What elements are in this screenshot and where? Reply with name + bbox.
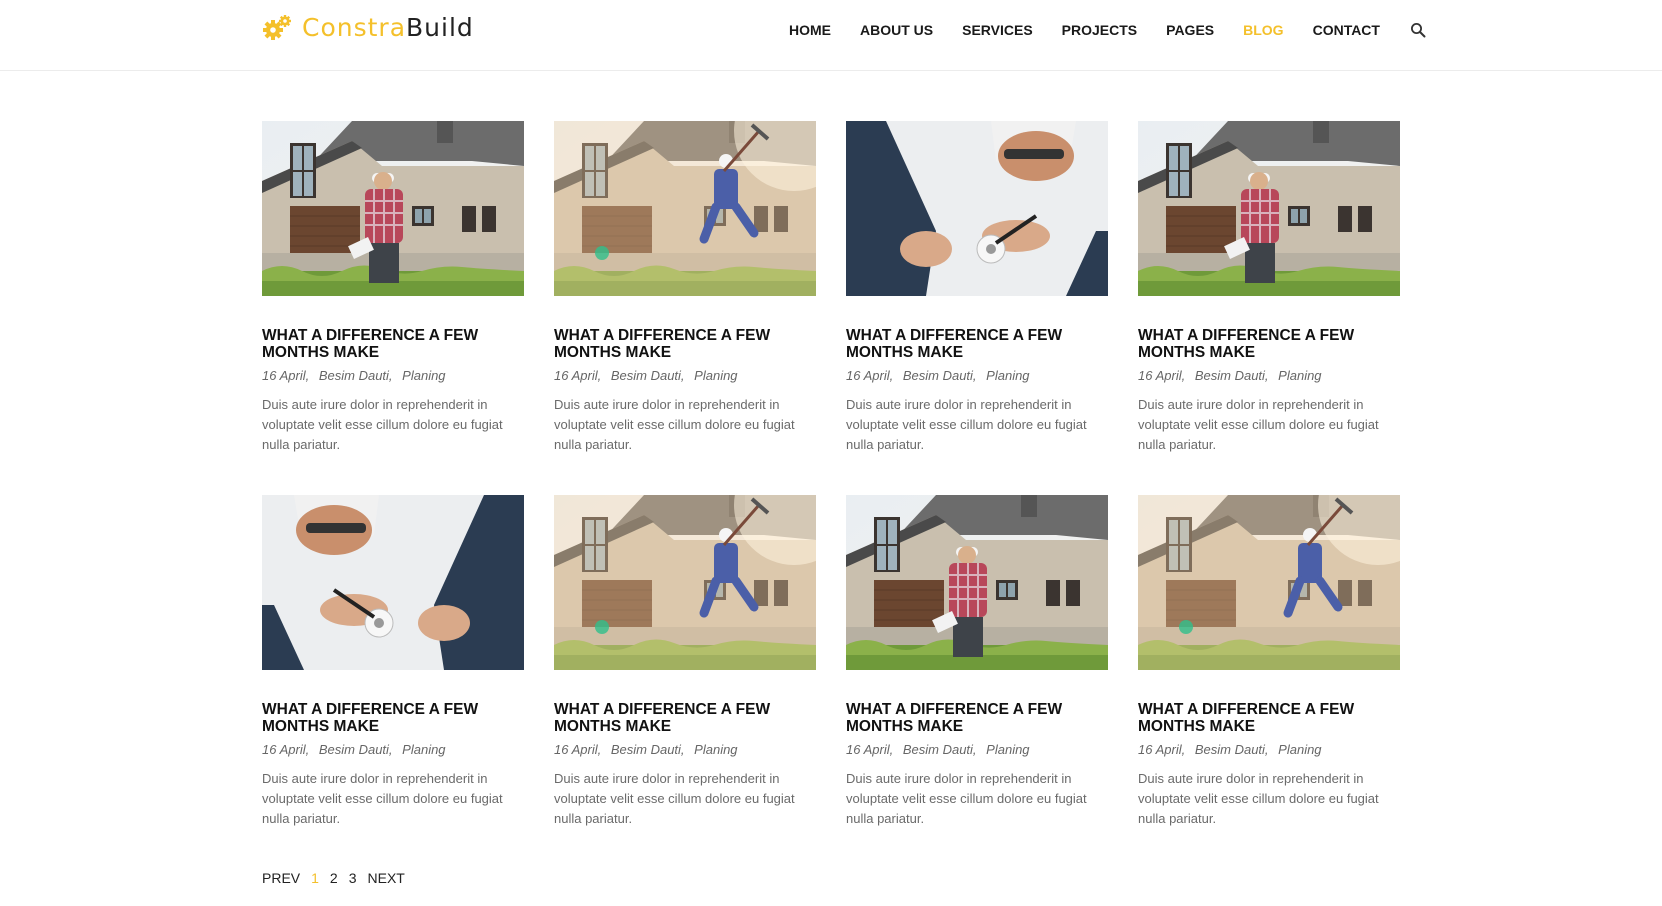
- post-excerpt: Duis aute irure dolor in reprehenderit i…: [262, 397, 503, 452]
- post-title[interactable]: WHAT A DIFFERENCE A FEW MONTHS MAKE: [1138, 327, 1400, 361]
- post-date: 16 April,: [846, 742, 894, 757]
- blog-post-card: WHAT A DIFFERENCE A FEW MONTHS MAKE 16 A…: [554, 495, 816, 835]
- post-meta: 16 April, Besim Dauti, Planing: [554, 367, 816, 384]
- blog-post-card: WHAT A DIFFERENCE A FEW MONTHS MAKE 16 A…: [262, 495, 524, 835]
- post-author[interactable]: Besim Dauti,: [611, 368, 685, 383]
- search-icon[interactable]: [1410, 22, 1426, 38]
- post-image[interactable]: [554, 121, 816, 296]
- post-title[interactable]: WHAT A DIFFERENCE A FEW MONTHS MAKE: [846, 327, 1108, 361]
- jumping-worker-photo: [554, 121, 816, 296]
- post-title[interactable]: WHAT A DIFFERENCE A FEW MONTHS MAKE: [554, 701, 816, 735]
- post-meta: 16 April, Besim Dauti, Planing: [554, 741, 816, 758]
- logo-text: ConstraBuild: [302, 13, 474, 43]
- logo-text-part2: Build: [406, 13, 474, 42]
- post-author[interactable]: Besim Dauti,: [611, 742, 685, 757]
- gears-icon: [263, 15, 291, 40]
- post-date: 16 April,: [262, 742, 310, 757]
- jumping-worker-photo: [1138, 495, 1400, 670]
- nav-item-home[interactable]: HOME: [789, 20, 831, 40]
- post-meta: 16 April, Besim Dauti, Planing: [846, 741, 1108, 758]
- main-nav: HOME ABOUT US SERVICES PROJECTS PAGES BLOG CON…: [789, 20, 1426, 40]
- nav-item-pages[interactable]: PAGES: [1166, 20, 1214, 40]
- post-title[interactable]: WHAT A DIFFERENCE A FEW MONTHS MAKE: [1138, 701, 1400, 735]
- post-image[interactable]: [554, 495, 816, 670]
- post-excerpt: Duis aute irure dolor in reprehenderit i…: [554, 771, 795, 826]
- jumping-worker-photo: [554, 495, 816, 670]
- post-meta: 16 April, Besim Dauti, Planing: [1138, 367, 1400, 384]
- post-category[interactable]: Planing: [694, 368, 737, 383]
- blog-post-card: WHAT A DIFFERENCE A FEW MONTHS MAKE 16 A…: [554, 121, 816, 461]
- post-excerpt: Duis aute irure dolor in reprehenderit i…: [846, 771, 1087, 826]
- blog-post-card: WHAT A DIFFERENCE A FEW MONTHS MAKE 16 A…: [1138, 495, 1400, 835]
- post-excerpt: Duis aute irure dolor in reprehenderit i…: [554, 397, 795, 452]
- post-date: 16 April,: [846, 368, 894, 383]
- pagination-prev-link[interactable]: PREV: [262, 869, 300, 887]
- blog-post-card: WHAT A DIFFERENCE A FEW MONTHS MAKE 16 A…: [846, 121, 1108, 461]
- pagination-next-link[interactable]: NEXT: [368, 869, 405, 887]
- post-meta: 16 April, Besim Dauti, Planing: [846, 367, 1108, 384]
- post-meta: 16 April, Besim Dauti, Planing: [262, 367, 524, 384]
- post-excerpt: Duis aute irure dolor in reprehenderit i…: [262, 771, 503, 826]
- logo-text-part1: Constra: [302, 13, 407, 42]
- post-excerpt: Duis aute irure dolor in reprehenderit i…: [1138, 397, 1379, 452]
- post-excerpt: Duis aute irure dolor in reprehenderit i…: [1138, 771, 1379, 826]
- post-category[interactable]: Planing: [694, 742, 737, 757]
- site-header: ConstraBuild HOME ABOUT US SERVICES PROJECT…: [0, 0, 1662, 71]
- electrician-photo: [262, 495, 524, 670]
- blog-post-card: WHAT A DIFFERENCE A FEW MONTHS MAKE 16 A…: [262, 121, 524, 461]
- pagination-page-2[interactable]: 2: [330, 869, 338, 887]
- post-date: 16 April,: [262, 368, 310, 383]
- worker-house-photo: [846, 495, 1108, 670]
- post-image[interactable]: [262, 495, 524, 670]
- post-author[interactable]: Besim Dauti,: [903, 742, 977, 757]
- post-author[interactable]: Besim Dauti,: [903, 368, 977, 383]
- post-image[interactable]: [846, 495, 1108, 670]
- nav-item-services[interactable]: SERVICES: [962, 20, 1033, 40]
- post-date: 16 April,: [1138, 368, 1186, 383]
- blog-grid: WHAT A DIFFERENCE A FEW MONTHS MAKE 16 A…: [262, 121, 1403, 835]
- nav-item-about-us[interactable]: ABOUT US: [860, 20, 933, 40]
- post-category[interactable]: Planing: [402, 368, 445, 383]
- post-title[interactable]: WHAT A DIFFERENCE A FEW MONTHS MAKE: [262, 701, 524, 735]
- blog-post-card: WHAT A DIFFERENCE A FEW MONTHS MAKE 16 A…: [846, 495, 1108, 835]
- post-date: 16 April,: [1138, 742, 1186, 757]
- post-date: 16 April,: [554, 368, 602, 383]
- nav-item-blog[interactable]: BLOG: [1243, 20, 1283, 40]
- pagination: PREV 1 2 3 NEXT: [262, 869, 416, 887]
- worker-house-photo: [1138, 121, 1400, 296]
- post-category[interactable]: Planing: [1278, 368, 1321, 383]
- post-image[interactable]: [262, 121, 524, 296]
- post-date: 16 April,: [554, 742, 602, 757]
- nav-item-projects[interactable]: PROJECTS: [1062, 20, 1137, 40]
- post-category[interactable]: Planing: [986, 368, 1029, 383]
- pagination-page-1[interactable]: 1: [311, 869, 319, 887]
- blog-post-card: WHAT A DIFFERENCE A FEW MONTHS MAKE 16 A…: [1138, 121, 1400, 461]
- post-excerpt: Duis aute irure dolor in reprehenderit i…: [846, 397, 1087, 452]
- post-title[interactable]: WHAT A DIFFERENCE A FEW MONTHS MAKE: [846, 701, 1108, 735]
- pagination-page-3[interactable]: 3: [349, 869, 357, 887]
- post-meta: 16 April, Besim Dauti, Planing: [262, 741, 524, 758]
- post-author[interactable]: Besim Dauti,: [1195, 742, 1269, 757]
- post-title[interactable]: WHAT A DIFFERENCE A FEW MONTHS MAKE: [554, 327, 816, 361]
- post-meta: 16 April, Besim Dauti, Planing: [1138, 741, 1400, 758]
- post-author[interactable]: Besim Dauti,: [319, 368, 393, 383]
- post-image[interactable]: [1138, 121, 1400, 296]
- post-image[interactable]: [1138, 495, 1400, 670]
- post-author[interactable]: Besim Dauti,: [319, 742, 393, 757]
- post-category[interactable]: Planing: [402, 742, 445, 757]
- post-author[interactable]: Besim Dauti,: [1195, 368, 1269, 383]
- post-title[interactable]: WHAT A DIFFERENCE A FEW MONTHS MAKE: [262, 327, 524, 361]
- post-category[interactable]: Planing: [986, 742, 1029, 757]
- worker-house-photo: [262, 121, 524, 296]
- post-category[interactable]: Planing: [1278, 742, 1321, 757]
- site-logo[interactable]: ConstraBuild: [262, 13, 474, 43]
- electrician-photo: [846, 121, 1108, 296]
- nav-item-contact[interactable]: CONTACT: [1313, 20, 1380, 40]
- post-image[interactable]: [846, 121, 1108, 296]
